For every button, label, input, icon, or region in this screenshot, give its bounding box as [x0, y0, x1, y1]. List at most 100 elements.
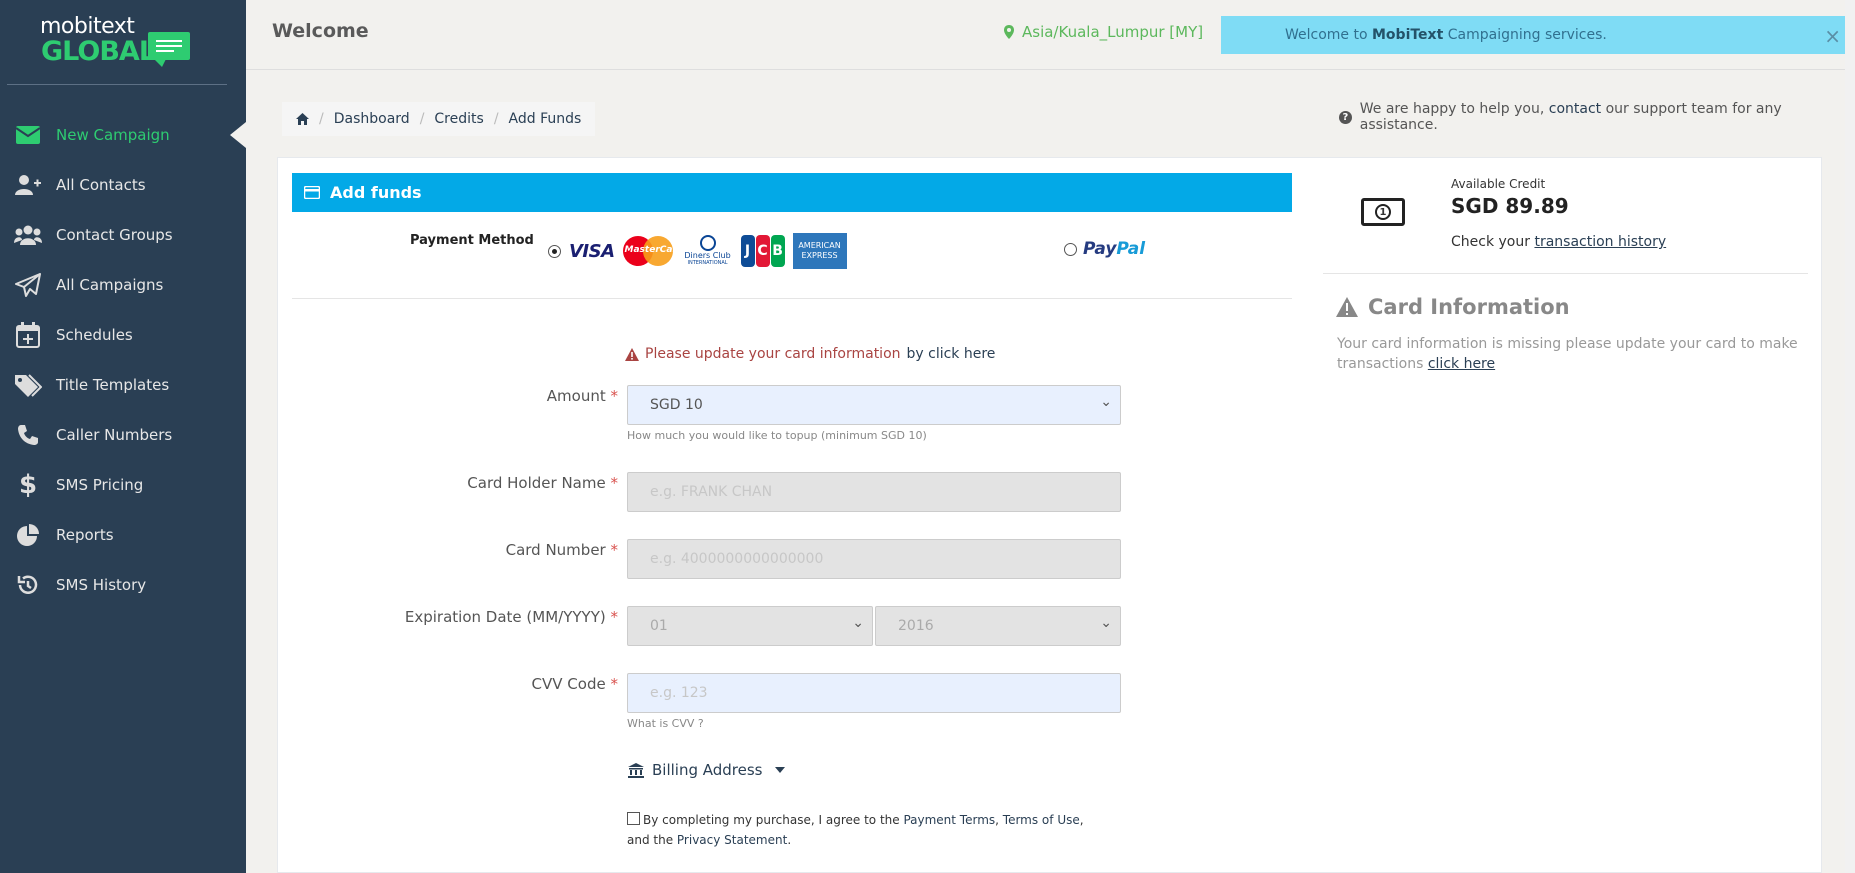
amex-logo: AMERICAN EXPRESS — [792, 233, 847, 269]
user-plus-icon — [0, 174, 56, 196]
add-funds-panel: Add funds Payment Method VISA MasterCard… — [277, 157, 1822, 873]
expiry-month-select[interactable]: 01 — [627, 606, 873, 646]
history-icon — [0, 573, 56, 597]
sidebar-item-label: New Campaign — [56, 126, 170, 144]
amount-label: Amount * — [546, 387, 618, 405]
paypal-radio[interactable] — [1064, 242, 1077, 256]
alert-prefix: Welcome to — [1285, 27, 1368, 43]
cvv-label: CVV Code * — [531, 675, 618, 693]
sidebar-item-new-campaign[interactable]: New Campaign — [0, 110, 246, 160]
calendar-plus-icon — [0, 322, 56, 348]
sidebar-nav: New Campaign All Contacts Contact Groups… — [0, 110, 246, 610]
card-payment-option[interactable]: VISA MasterCard Diners Club INTERNATIONAL… — [548, 233, 847, 269]
phone-icon — [0, 424, 56, 446]
expiry-label: Expiration Date (MM/YYYY) * — [404, 608, 618, 626]
sidebar-item-label: Schedules — [56, 326, 133, 344]
billing-address-toggle[interactable]: Billing Address — [628, 761, 785, 779]
terms-of-use-link[interactable]: Terms of Use — [1003, 813, 1080, 827]
available-credit-value: SGD 89.89 — [1451, 194, 1569, 218]
breadcrumb: / Dashboard / Credits / Add Funds — [282, 102, 596, 136]
sidebar-item-schedules[interactable]: Schedules — [0, 310, 246, 360]
amount-hint: How much you would like to topup (minimu… — [627, 429, 927, 442]
visa-logo: VISA — [569, 240, 615, 262]
top-header: Welcome Asia/Kuala_Lumpur [MY] Welcome t… — [246, 0, 1855, 70]
welcome-alert: Welcome to MobiText Campaigning services… — [1221, 16, 1855, 54]
card-radio[interactable] — [548, 244, 561, 258]
privacy-statement-link[interactable]: Privacy Statement — [677, 833, 787, 847]
what-is-cvv-link[interactable]: What is CVV ? — [627, 717, 704, 730]
contact-link[interactable]: contact — [1549, 101, 1601, 117]
card-holder-input[interactable]: e.g. FRANK CHAN — [627, 472, 1121, 512]
breadcrumb-dashboard[interactable]: Dashboard — [334, 111, 410, 127]
alert-suffix: Campaigning services. — [1447, 27, 1607, 43]
close-icon[interactable]: × — [1824, 24, 1841, 48]
agree-checkbox[interactable] — [627, 812, 640, 825]
chat-bubble-icon — [148, 32, 190, 67]
pie-chart-icon — [0, 523, 56, 547]
panel-header: Add funds — [292, 173, 1292, 212]
home-icon[interactable] — [296, 113, 309, 125]
expiry-year-select[interactable]: 2016 — [875, 606, 1121, 646]
paypal-payment-option[interactable]: PayPal — [1064, 239, 1145, 259]
update-card-link[interactable]: by click here — [907, 346, 996, 362]
sidebar-item-all-contacts[interactable]: All Contacts — [0, 160, 246, 210]
breadcrumb-add-funds: Add Funds — [508, 111, 582, 127]
card-information-text: Your card information is missing please … — [1337, 336, 1798, 372]
sidebar-item-reports[interactable]: Reports — [0, 510, 246, 560]
warning-text: Please update your card information — [645, 346, 901, 362]
sidebar-item-all-campaigns[interactable]: All Campaigns — [0, 260, 246, 310]
card-number-input[interactable]: e.g. 4000000000000000 — [627, 539, 1121, 579]
dollar-icon: $ — [18, 470, 38, 500]
logo-divider — [7, 84, 227, 85]
credit-card-icon — [304, 186, 320, 199]
sidebar-item-label: Contact Groups — [56, 226, 173, 244]
amount-select[interactable]: SGD 10 — [627, 385, 1121, 425]
warning-icon — [625, 347, 639, 361]
sidebar-item-label: Reports — [56, 526, 114, 544]
paypal-logo: PayPal — [1083, 239, 1146, 259]
update-card-link[interactable]: click here — [1428, 356, 1495, 372]
sidebar-item-contact-groups[interactable]: Contact Groups — [0, 210, 246, 260]
mastercard-logo: MasterCard — [622, 236, 683, 266]
card-warning: Please update your card information by c… — [625, 346, 995, 362]
alert-brand: MobiText — [1372, 27, 1444, 43]
users-icon — [0, 224, 56, 246]
bank-icon — [628, 762, 644, 778]
logo-line2: GLOBAL — [41, 36, 156, 67]
sidebar-item-label: Title Templates — [56, 376, 170, 394]
sidebar-item-label: SMS History — [56, 576, 147, 594]
money-icon: 1 — [1361, 198, 1405, 226]
diners-club-logo: Diners Club INTERNATIONAL — [683, 235, 733, 267]
jcb-logo: JCB — [740, 235, 785, 267]
page-title: Welcome — [272, 20, 369, 42]
sidebar-item-sms-pricing[interactable]: $ SMS Pricing — [0, 460, 246, 510]
payment-method-label: Payment Method — [410, 233, 534, 248]
available-credit-label: Available Credit — [1451, 177, 1546, 191]
tags-icon — [0, 373, 56, 397]
caret-down-icon — [774, 767, 785, 773]
mobitext-logo[interactable]: mobitext GLOBAL — [40, 14, 200, 67]
card-information-title: Card Information — [1336, 295, 1570, 319]
sidebar-item-title-templates[interactable]: Title Templates — [0, 360, 246, 410]
scrollbar[interactable] — [1845, 0, 1855, 873]
divider — [1323, 273, 1808, 274]
sidebar-item-caller-numbers[interactable]: Caller Numbers — [0, 410, 246, 460]
envelope-icon — [0, 125, 56, 145]
cvv-input[interactable]: e.g. 123 — [627, 673, 1121, 713]
sidebar-item-label: Caller Numbers — [56, 426, 173, 444]
terms-agreement: By completing my purchase, I agree to th… — [627, 812, 1084, 847]
card-holder-label: Card Holder Name * — [467, 474, 618, 492]
breadcrumb-credits[interactable]: Credits — [434, 111, 483, 127]
map-marker-icon — [1004, 25, 1014, 39]
sidebar: mobitext GLOBAL New Campaign All Contact… — [0, 0, 246, 873]
transaction-history-text: Check your transaction history — [1451, 234, 1667, 250]
help-text: ? We are happy to help you, contact our … — [1339, 101, 1855, 133]
card-number-label: Card Number * — [505, 541, 618, 559]
question-circle-icon: ? — [1339, 110, 1352, 124]
timezone-text: Asia/Kuala_Lumpur [MY] — [1022, 23, 1204, 41]
sidebar-item-sms-history[interactable]: SMS History — [0, 560, 246, 610]
transaction-history-link[interactable]: transaction history — [1534, 234, 1666, 250]
panel-title: Add funds — [330, 183, 422, 202]
warning-icon — [1336, 297, 1358, 317]
payment-terms-link[interactable]: Payment Terms — [903, 813, 995, 827]
